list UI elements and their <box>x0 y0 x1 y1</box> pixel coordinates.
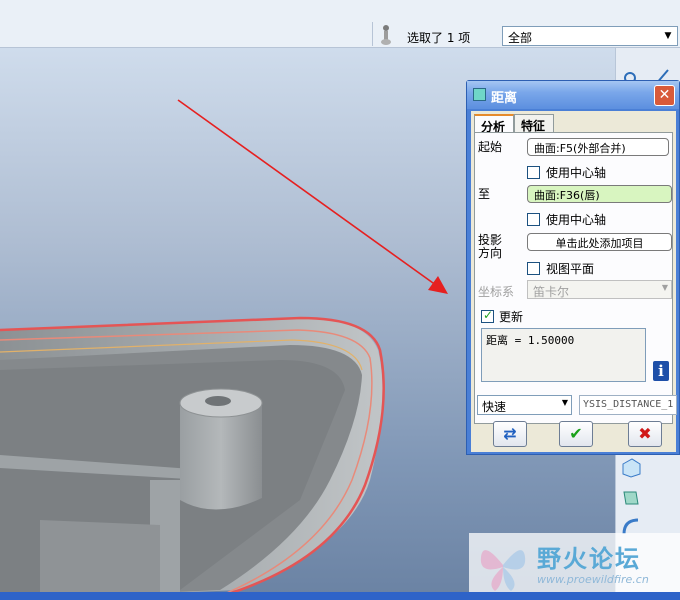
coord-sys-value: 笛卡尔 <box>533 285 570 299</box>
dialog-title-bar[interactable]: 距离 ✕ <box>467 81 679 109</box>
to-center-axis-label: 使用中心轴 <box>546 213 607 227</box>
dialog-body: 分析 特征 起始 曲面:F5(外部合并) 使用中心轴 至 曲面:F36(唇) 使… <box>471 111 677 452</box>
from-center-axis-label: 使用中心轴 <box>546 166 607 180</box>
tab-feature[interactable]: 特征 <box>514 114 554 133</box>
toolbar-divider <box>372 22 373 46</box>
dialog-app-icon <box>473 88 486 101</box>
to-label: 至 <box>478 187 491 201</box>
analysis-name-field[interactable]: YSIS_DISTANCE_1 <box>579 395 677 415</box>
selection-count-text: 选取了 1 项 <box>407 31 471 45</box>
selection-filter-dropdown[interactable]: 全部 ▼ <box>502 26 678 46</box>
distance-dialog: 距离 ✕ 分析 特征 起始 曲面:F5(外部合并) 使用中心轴 至 曲面:F36… <box>466 80 680 455</box>
analysis-name-value: YSIS_DISTANCE_1 <box>583 399 674 410</box>
result-text: 距离 = 1.50000 <box>486 334 575 347</box>
update-label: 更新 <box>499 310 524 324</box>
update-checkbox[interactable] <box>481 308 494 323</box>
view-plane-label: 视图平面 <box>546 262 595 276</box>
selection-filter-icon[interactable] <box>378 24 394 46</box>
analysis-mode-dropdown[interactable]: 快速 ▼ <box>477 395 572 415</box>
coord-sys-dropdown[interactable]: 笛卡尔 ▼ <box>527 280 672 299</box>
selection-filter-value: 全部 <box>508 31 533 45</box>
to-reference-collector[interactable]: 曲面:F36(唇) <box>527 185 672 203</box>
coord-sys-label: 坐标系 <box>478 285 515 299</box>
watermark-url: www.proewildfire.cn <box>537 573 649 586</box>
watermark: 野火论坛 www.proewildfire.cn <box>469 533 680 595</box>
ok-button[interactable]: ✔ <box>559 421 593 447</box>
watermark-title: 野火论坛 <box>537 545 641 573</box>
revolve-tool-icon[interactable] <box>620 486 642 508</box>
projection-direction-collector[interactable]: 单击此处添加项目 <box>527 233 672 251</box>
status-bar: 选取了 1 项 全部 ▼ <box>0 0 680 48</box>
tab-analysis[interactable]: 分析 <box>474 114 514 134</box>
extrude-tool-icon[interactable] <box>620 456 642 478</box>
view-plane-checkbox[interactable] <box>527 262 540 275</box>
projection-label-line2: 方向 <box>478 246 503 260</box>
analysis-panel: 起始 曲面:F5(外部合并) 使用中心轴 至 曲面:F36(唇) 使用中心轴 投… <box>474 132 673 424</box>
chevron-down-icon: ▼ <box>661 283 668 292</box>
analysis-mode-value: 快速 <box>482 400 507 414</box>
to-center-axis-checkbox[interactable] <box>527 213 540 226</box>
taskbar-strip <box>0 592 680 600</box>
dialog-title: 距离 <box>491 91 518 106</box>
chevron-down-icon: ▼ <box>664 31 672 41</box>
close-button[interactable]: ✕ <box>654 85 675 106</box>
result-display: 距离 = 1.50000 <box>481 328 646 382</box>
from-reference-collector[interactable]: 曲面:F5(外部合并) <box>527 138 669 156</box>
butterfly-logo-icon <box>480 550 526 591</box>
cancel-button[interactable]: ✖ <box>628 421 662 447</box>
from-center-axis-checkbox[interactable] <box>527 166 540 179</box>
repeat-analysis-button[interactable]: ⇄ <box>493 421 527 447</box>
chevron-down-icon: ▼ <box>561 398 568 407</box>
from-label: 起始 <box>478 140 503 154</box>
info-icon[interactable]: i <box>653 361 669 381</box>
